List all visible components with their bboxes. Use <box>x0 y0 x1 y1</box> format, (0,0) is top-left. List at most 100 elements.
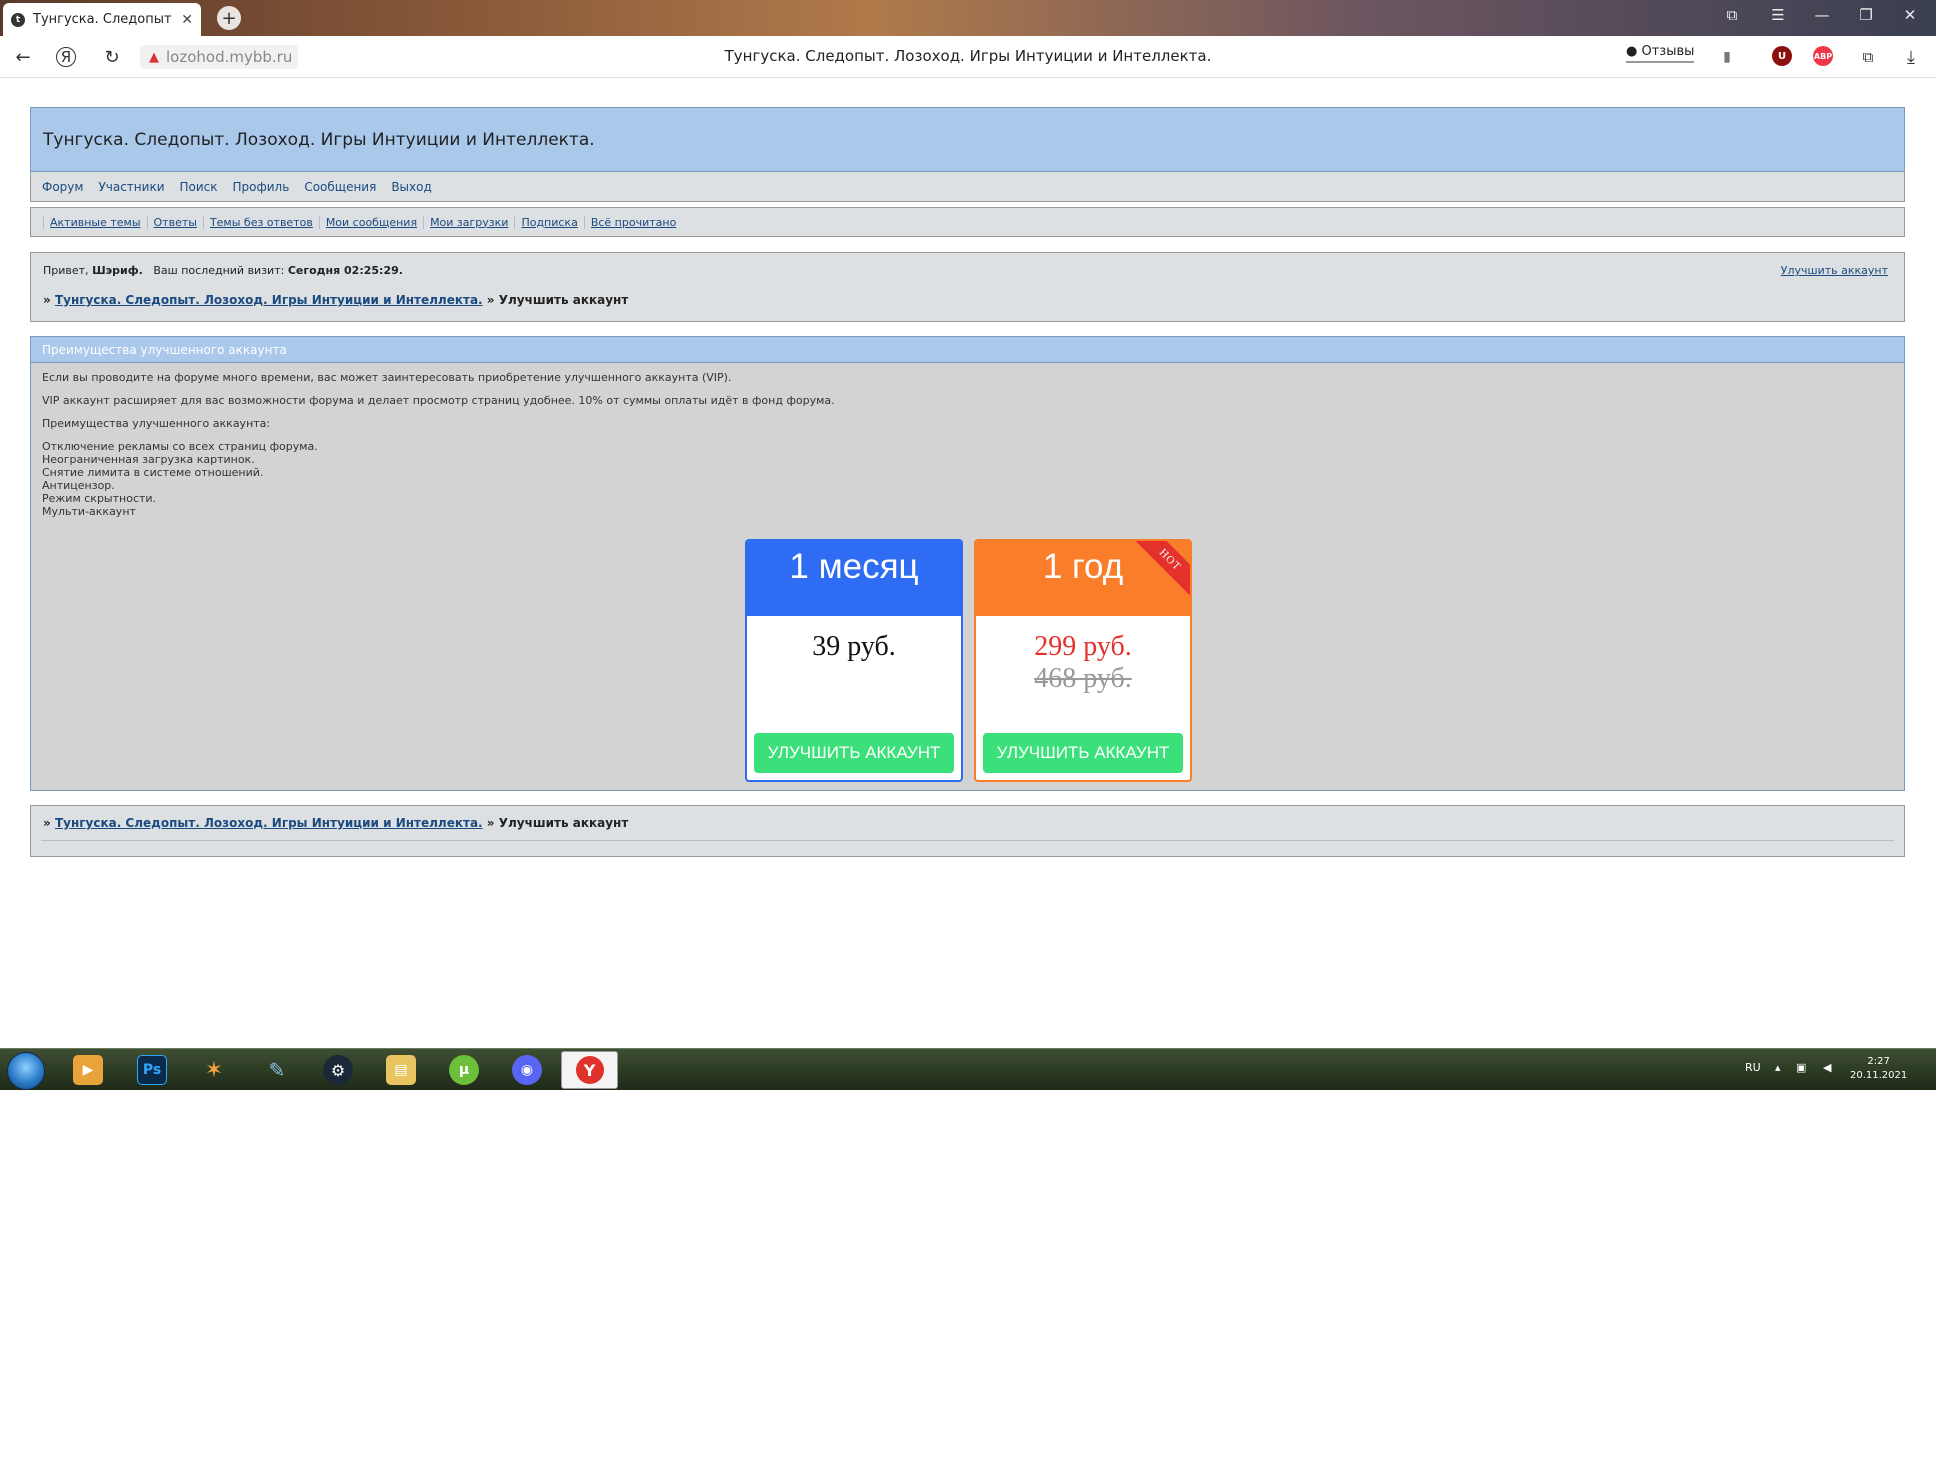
submenu-unanswered[interactable]: Темы без ответов <box>202 215 319 229</box>
download-icon[interactable]: ⤓ <box>1899 45 1923 69</box>
plan-price: 39 руб. <box>812 631 896 662</box>
upgrade-year-button[interactable]: УЛУЧШИТЬ АККАУНТ <box>983 733 1183 773</box>
media-player-icon[interactable]: ▶ <box>73 1055 103 1085</box>
menu-forum[interactable]: Форум <box>42 180 83 194</box>
vip-body: Если вы проводите на форуме много времен… <box>31 363 1904 526</box>
reload-icon[interactable]: ↻ <box>100 45 124 69</box>
browser-tabbar: t Тунгуска. Следопыт. Ло ✕ + ⧉ ☰ — ❐ ✕ <box>0 0 1936 36</box>
browser-tab[interactable]: t Тунгуска. Следопыт. Ло ✕ <box>3 3 201 36</box>
paint-icon[interactable]: ✎ <box>262 1055 292 1085</box>
breadcrumb-separator: » <box>486 816 495 830</box>
language-indicator[interactable]: RU <box>1745 1061 1761 1074</box>
minimize-icon[interactable]: — <box>1810 6 1834 24</box>
greeting: Привет, Шэриф. Ваш последний визит: Сего… <box>43 264 403 277</box>
ublock-icon[interactable]: U <box>1772 46 1792 66</box>
vip-header: Преимущества улучшенного аккаунта <box>31 337 1904 363</box>
breadcrumb-prefix: » <box>43 816 51 830</box>
perk-item: Мульти-аккаунт <box>42 505 136 518</box>
system-clock[interactable]: 2:27 20.11.2021 <box>1850 1055 1907 1083</box>
menu-profile[interactable]: Профиль <box>233 180 290 194</box>
upgrade-account-link[interactable]: Улучшить аккаунт <box>1781 264 1888 277</box>
plan-term: 1 год <box>1042 547 1124 586</box>
yandex-logo-icon[interactable]: Я <box>56 47 76 67</box>
volume-icon[interactable]: ◀ <box>1823 1061 1831 1074</box>
vip-perks-title: Преимущества улучшенного аккаунта: <box>42 417 271 430</box>
menu-logout[interactable]: Выход <box>391 180 431 194</box>
pricing-cards: 1 месяц 39 руб. УЛУЧШИТЬ АККАУНТ 1 год H… <box>745 539 1192 782</box>
perk-item: Отключение рекламы со всех страниц форум… <box>42 440 318 453</box>
breadcrumb-forum-link[interactable]: Тунгуска. Следопыт. Лозоход. Игры Интуиц… <box>55 816 483 830</box>
photoshop-icon[interactable]: Ps <box>137 1055 167 1085</box>
url-domain: lozohod.mybb.ru <box>166 48 293 66</box>
plan-card-header: 1 месяц <box>747 541 961 616</box>
breadcrumb: » Тунгуска. Следопыт. Лозоход. Игры Инту… <box>43 293 628 307</box>
utorrent-icon[interactable]: µ <box>449 1055 479 1085</box>
submenu-mark-read[interactable]: Всё прочитано <box>583 215 682 229</box>
adblock-plus-icon[interactable]: ABP <box>1813 46 1833 66</box>
clock-time: 2:27 <box>1867 1056 1890 1067</box>
browser-addressbar: ← Я ↻ ▲ lozohod.mybb.ru Тунгуска. Следоп… <box>0 36 1936 78</box>
close-window-icon[interactable]: ✕ <box>1898 6 1922 24</box>
plan-card-year: 1 год HOT 299 руб. 468 руб. УЛУЧШИТЬ АКК… <box>974 539 1192 782</box>
bookmark-icon[interactable]: ▮ <box>1715 45 1739 69</box>
network-icon[interactable]: ▣ <box>1796 1061 1806 1074</box>
steam-icon[interactable]: ⚙ <box>323 1055 353 1085</box>
site-favicon-icon: t <box>11 12 25 27</box>
collections-icon[interactable]: ⧉ <box>1856 45 1880 69</box>
reviews-label: Отзывы <box>1641 44 1695 59</box>
perk-item: Снятие лимита в системе отношений. <box>42 466 264 479</box>
yandex-taskbar-button[interactable]: Y <box>561 1051 618 1089</box>
breadcrumb-prefix: » <box>43 293 51 307</box>
windows-taskbar: ▶ Ps ✶ ✎ ⚙ ▤ µ ◉ Y RU ▴ ▣ ◀ 2:27 20.11.2… <box>0 1048 1936 1090</box>
breadcrumb-current: Улучшить аккаунт <box>498 293 629 307</box>
submenu-active-topics[interactable]: Активные темы <box>43 215 147 229</box>
main-menu: Форум Участники Поиск Профиль Сообщения … <box>30 172 1905 202</box>
url-field[interactable]: ▲ lozohod.mybb.ru <box>140 45 299 69</box>
restore-icon[interactable]: ❐ <box>1854 6 1878 24</box>
vip-intro-2: VIP аккаунт расширяет для вас возможност… <box>42 394 835 407</box>
plan-price: 299 руб. <box>1034 631 1132 662</box>
reviews-button[interactable]: ● Отзывы <box>1626 44 1695 63</box>
breadcrumb-separator: » <box>486 293 495 307</box>
footer-divider <box>41 840 1894 841</box>
upgrade-month-button[interactable]: УЛУЧШИТЬ АККАУНТ <box>754 733 954 773</box>
submenu-subscriptions[interactable]: Подписка <box>514 215 583 229</box>
last-visit-label: Ваш последний визит: <box>153 264 285 277</box>
submenu-my-uploads[interactable]: Мои загрузки <box>423 215 514 229</box>
vip-intro-1: Если вы проводите на форуме много времен… <box>42 371 732 384</box>
tabs-list-icon[interactable]: ⧉ <box>1720 6 1744 24</box>
plan-card-month: 1 месяц 39 руб. УЛУЧШИТЬ АККАУНТ <box>745 539 963 782</box>
clock-date: 20.11.2021 <box>1850 1070 1908 1081</box>
submenu-replies[interactable]: Ответы <box>146 215 203 229</box>
discord-icon[interactable]: ◉ <box>512 1055 542 1085</box>
plan-old-price: 468 руб. <box>1034 663 1132 694</box>
breadcrumb-forum-link[interactable]: Тунгуска. Следопыт. Лозоход. Игры Интуиц… <box>55 293 483 307</box>
tray-expand-icon[interactable]: ▴ <box>1775 1061 1781 1074</box>
menu-icon[interactable]: ☰ <box>1766 6 1790 24</box>
new-tab-button[interactable]: + <box>217 6 241 30</box>
username: Шэриф. <box>92 264 143 277</box>
last-visit-value: Сегодня 02:25:29. <box>287 264 403 277</box>
perk-item: Режим скрытности. <box>42 492 157 505</box>
insecure-warning-icon: ▲ <box>149 49 159 65</box>
forum-title: Тунгуска. Следопыт. Лозоход. Игры Интуиц… <box>43 129 595 150</box>
breadcrumb-current: Улучшить аккаунт <box>498 816 629 830</box>
menu-search[interactable]: Поиск <box>180 180 218 194</box>
plan-term: 1 месяц <box>789 547 919 586</box>
sub-menu: Активные темы Ответы Темы без ответов Мо… <box>30 207 1905 237</box>
folder-icon[interactable]: ▤ <box>386 1055 416 1085</box>
greeting-hello: Привет, <box>43 264 89 277</box>
cross-app-icon[interactable]: ✶ <box>199 1055 229 1085</box>
chat-bubble-icon: ● <box>1626 44 1638 59</box>
welcome-box: Привет, Шэриф. Ваш последний визит: Сего… <box>30 252 1905 322</box>
yandex-browser-icon: Y <box>575 1056 604 1084</box>
back-arrow-icon[interactable]: ← <box>11 45 35 69</box>
submenu-my-posts[interactable]: Мои сообщения <box>318 215 423 229</box>
menu-users[interactable]: Участники <box>98 180 164 194</box>
forum-header: Тунгуска. Следопыт. Лозоход. Игры Интуиц… <box>30 107 1905 172</box>
menu-messages[interactable]: Сообщения <box>304 180 376 194</box>
windows-start-icon[interactable] <box>7 1052 45 1090</box>
footer-breadcrumb: » Тунгуска. Следопыт. Лозоход. Игры Инту… <box>43 816 628 830</box>
tab-close-icon[interactable]: ✕ <box>181 12 193 28</box>
perk-item: Неограниченная загрузка картинок. <box>42 453 255 466</box>
